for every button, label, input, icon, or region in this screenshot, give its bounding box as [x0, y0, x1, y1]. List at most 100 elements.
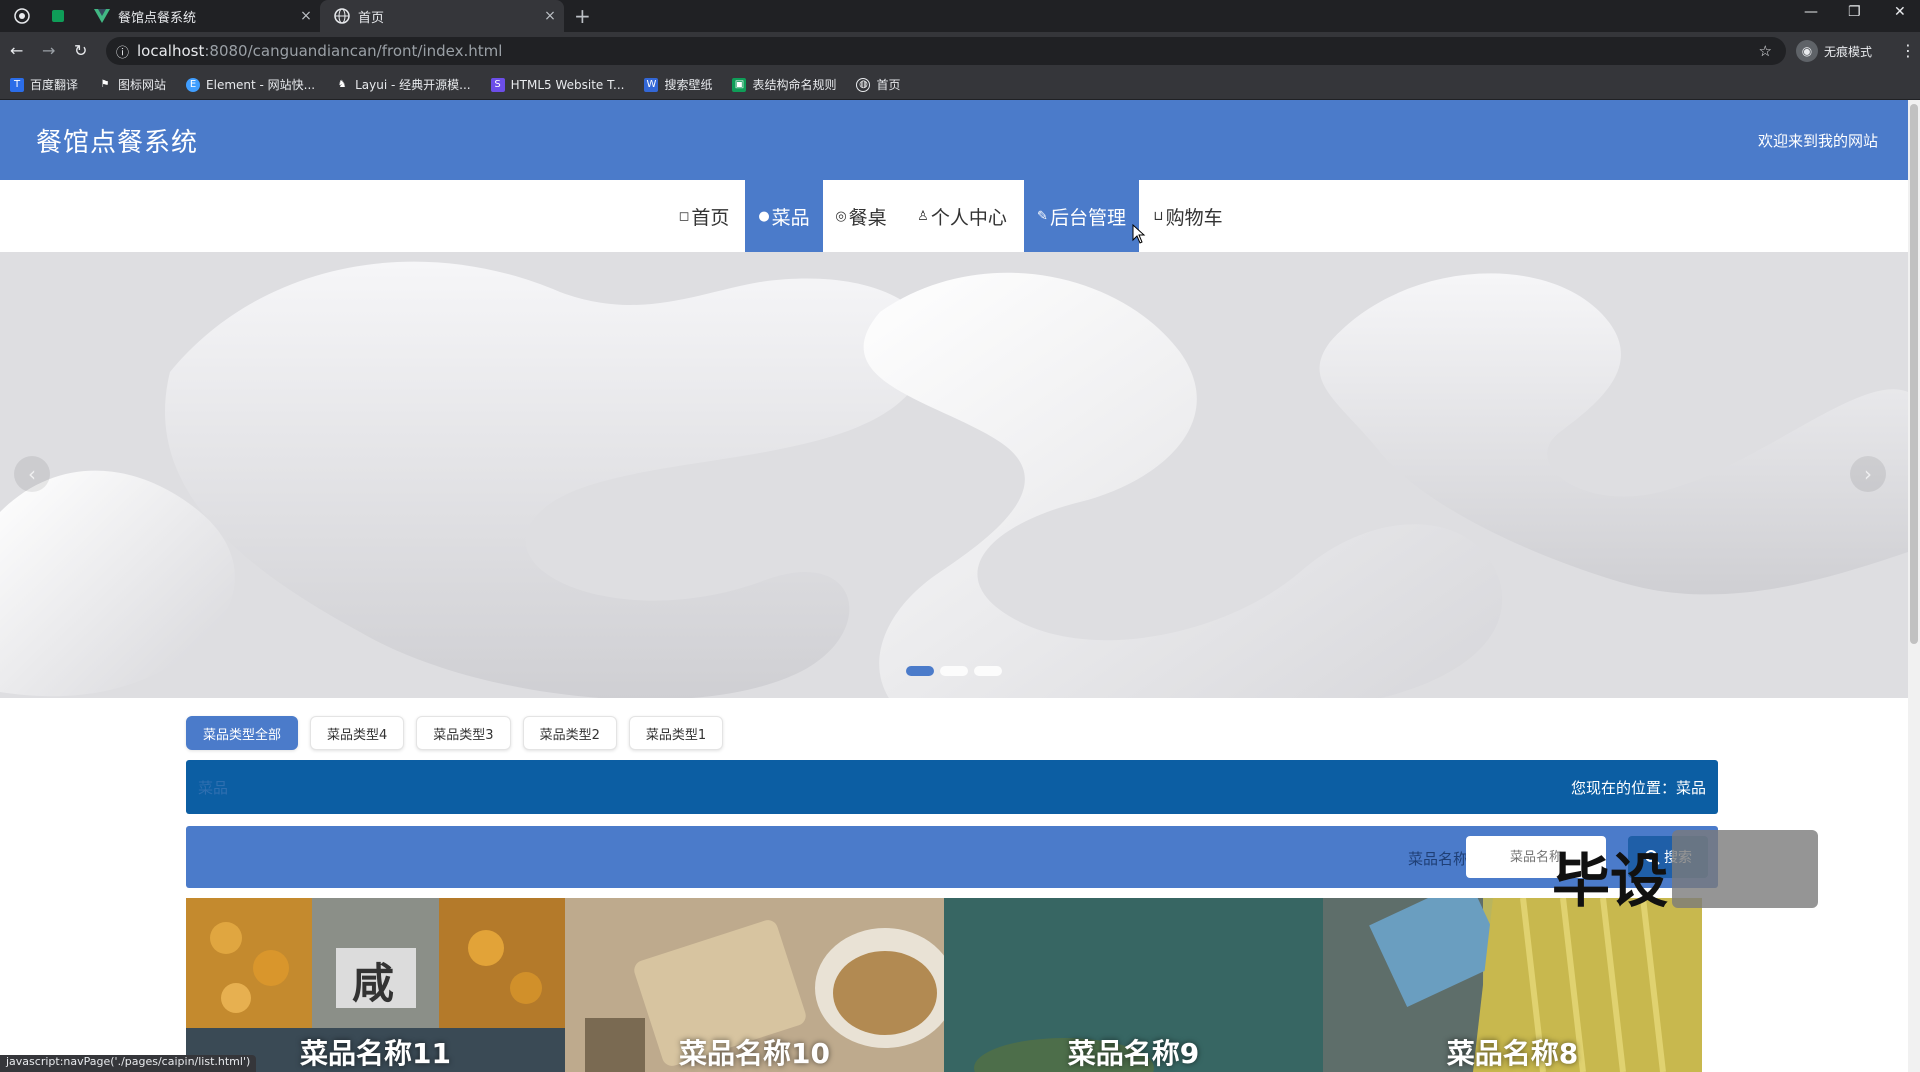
- bookmark-icon: T: [10, 77, 24, 92]
- nav-label: 首页: [691, 206, 730, 229]
- product-card[interactable]: 菜品名称10: [565, 898, 944, 1072]
- nav-label: 后台管理: [1049, 206, 1126, 229]
- status-bar-url: javascript:navPage('./pages/caipin/list.…: [0, 1055, 257, 1072]
- tab-restaurant-system[interactable]: 餐馆点餐系统 ×: [80, 0, 320, 32]
- nav-admin[interactable]: ✎ 后台管理: [1024, 180, 1139, 252]
- web-page: 餐馆点餐系统 欢迎来到我的网站 ◻ 首页 ● 菜品 ◎ 餐桌 ♙ 个人中心 ✎ 后台管理 …: [0, 100, 1908, 1072]
- tab-title: 首页: [358, 10, 385, 26]
- product-card[interactable]: 菜品名称9: [944, 898, 1323, 1072]
- product-grid: 咸 菜品名称11 菜品名称10 菜品名称9 菜品名称8: [186, 898, 1702, 1072]
- page-scrollbar[interactable]: [1908, 100, 1920, 1072]
- close-tab-icon[interactable]: ×: [292, 8, 320, 24]
- category-item[interactable]: 菜品类型1: [628, 716, 724, 750]
- bookmark-icon: W: [644, 77, 659, 92]
- bookmark-item[interactable]: ⚑ 图标网站: [98, 76, 167, 93]
- bookmarks-bar: T 百度翻译 ⚑ 图标网站 E Element - 网站快... ♞ Layui - 经…: [0, 70, 1920, 100]
- nav-label: 餐桌: [848, 206, 887, 229]
- link-icon: ✎: [1037, 208, 1048, 224]
- bookmark-item[interactable]: E Element - 网站快...: [186, 76, 315, 93]
- table-icon: ◎: [835, 208, 847, 224]
- star-icon[interactable]: ☆: [1759, 42, 1772, 60]
- product-name: 菜品名称8: [1446, 1037, 1579, 1070]
- forward-icon[interactable]: →: [42, 41, 55, 60]
- category-item[interactable]: 菜品类型2: [522, 716, 617, 750]
- chrome-globe-icon[interactable]: [14, 8, 30, 24]
- svg-text:咸: 咸: [352, 959, 394, 1008]
- tab-title: 餐馆点餐系统: [118, 10, 197, 26]
- breadcrumb: 您现在的位置：菜品: [1570, 779, 1706, 797]
- browser-tab-strip: 餐馆点餐系统 × 首页 × + — ❐ ✕: [0, 0, 1920, 32]
- menu-icon[interactable]: ⋮: [1900, 41, 1916, 60]
- section-title: 菜品: [198, 779, 229, 797]
- nav-cart[interactable]: ⊔ 购物车: [1141, 180, 1235, 252]
- close-tab-icon[interactable]: ×: [536, 8, 564, 24]
- banner-image: [0, 252, 1908, 698]
- bookmark-icon: ▣: [732, 77, 747, 92]
- flag-icon: ⚑: [100, 79, 110, 90]
- product-card[interactable]: 咸 菜品名称11: [186, 898, 565, 1072]
- nav-tables[interactable]: ◎ 餐桌: [823, 180, 899, 252]
- nav-label: 购物车: [1165, 206, 1223, 229]
- prev-slide-icon[interactable]: ‹: [14, 456, 50, 492]
- welcome-text: 欢迎来到我的网站: [1757, 132, 1878, 150]
- bookmark-item[interactable]: ▣ 表结构命名规则: [732, 76, 836, 93]
- category-all[interactable]: 菜品类型全部: [186, 716, 299, 750]
- restore-icon[interactable]: ❐: [1848, 4, 1861, 20]
- bookmark-item[interactable]: ◍ 首页: [856, 76, 901, 93]
- location-bar: 菜品 您现在的位置：菜品: [186, 760, 1718, 814]
- vue-icon: [94, 8, 110, 24]
- bookmark-item[interactable]: W 搜索壁纸: [644, 76, 712, 93]
- carousel-dot[interactable]: [974, 666, 1002, 676]
- bookmark-item[interactable]: T 百度翻译: [10, 76, 78, 93]
- category-item[interactable]: 菜品类型3: [416, 716, 511, 750]
- dish-icon: ●: [758, 208, 770, 224]
- globe-icon: ◍: [856, 77, 871, 92]
- carousel-indicators: [906, 666, 1008, 676]
- product-card[interactable]: 菜品名称8: [1323, 898, 1702, 1072]
- category-item[interactable]: 菜品类型4: [310, 716, 405, 750]
- incognito-icon: ◉: [1796, 40, 1818, 62]
- info-icon[interactable]: ⓘ: [116, 42, 129, 61]
- nav-label: 菜品: [771, 206, 810, 229]
- bookmark-icon: E: [186, 77, 201, 92]
- back-icon[interactable]: ←: [10, 41, 23, 60]
- search-label: 菜品名称: [1407, 850, 1468, 868]
- home-icon: ◻: [678, 208, 690, 224]
- bookmark-item[interactable]: ♞ Layui - 经典开源模...: [335, 76, 471, 93]
- bookmark-icon: ♞: [337, 79, 347, 90]
- carousel-dot[interactable]: [906, 666, 934, 676]
- reload-icon[interactable]: ↻: [74, 41, 87, 60]
- category-filter: 菜品类型全部 菜品类型4 菜品类型3 菜品类型2 菜品类型1: [186, 716, 735, 750]
- next-slide-icon[interactable]: ›: [1850, 456, 1886, 492]
- close-window-icon[interactable]: ✕: [1894, 4, 1906, 20]
- site-title: 餐馆点餐系统: [36, 128, 199, 158]
- carousel-dot[interactable]: [940, 666, 968, 676]
- user-icon: ♙: [917, 208, 929, 224]
- blurred-overlay: [1672, 830, 1818, 908]
- new-tab-button[interactable]: +: [574, 4, 591, 28]
- main-nav: ◻ 首页 ● 菜品 ◎ 餐桌 ♙ 个人中心 ✎ 后台管理 ⊔ 购物车: [0, 180, 1908, 252]
- mouse-cursor-icon: [1132, 224, 1146, 244]
- nav-profile[interactable]: ♙ 个人中心: [902, 180, 1022, 252]
- watermark: 毕设: [1552, 847, 1669, 915]
- site-header: 餐馆点餐系统 欢迎来到我的网站: [0, 100, 1908, 180]
- product-name: 菜品名称9: [1067, 1037, 1200, 1070]
- pinned-tab-icon[interactable]: [50, 8, 66, 24]
- bookmark-icon: S: [490, 77, 505, 92]
- url-field[interactable]: ⓘ localhost:8080/canguandiancan/front/in…: [106, 37, 1786, 65]
- cart-icon: ⊔: [1153, 208, 1164, 224]
- nav-dishes[interactable]: ● 菜品: [745, 180, 823, 252]
- address-bar-row: ← → ↻ ⓘ localhost:8080/canguandiancan/fr…: [0, 32, 1920, 70]
- minimize-icon[interactable]: —: [1804, 4, 1818, 20]
- url-path: :8080/canguandiancan/front/index.html: [204, 42, 503, 60]
- search-bar: 菜品名称 搜索: [186, 826, 1718, 888]
- nav-label: 个人中心: [930, 206, 1007, 229]
- url-host: localhost: [137, 42, 205, 60]
- nav-home[interactable]: ◻ 首页: [664, 180, 744, 252]
- scrollbar-thumb[interactable]: [1910, 104, 1918, 644]
- incognito-indicator[interactable]: ◉ 无痕模式: [1796, 40, 1872, 62]
- tab-home[interactable]: 首页 ×: [320, 0, 564, 32]
- banner-carousel[interactable]: ‹ ›: [0, 252, 1908, 698]
- incognito-label: 无痕模式: [1824, 44, 1873, 59]
- bookmark-item[interactable]: S HTML5 Website T...: [490, 77, 624, 92]
